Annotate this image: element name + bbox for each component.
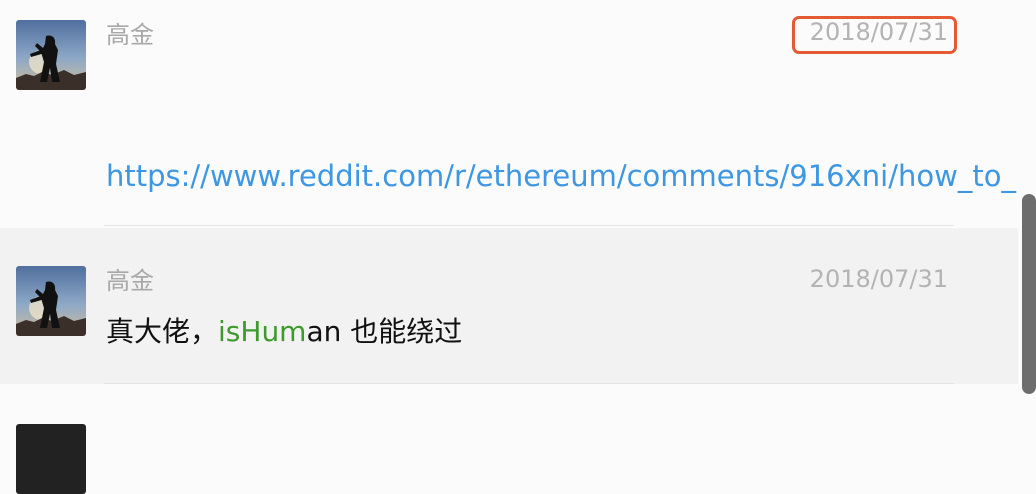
message-item-selected[interactable]: 高金 2018/07/31 真大佬，isHuman 也能绕过 — [0, 228, 1018, 384]
sender-name: 高金 — [106, 21, 154, 49]
search-highlight: isHum — [218, 315, 307, 348]
avatar[interactable] — [16, 424, 86, 494]
message-text-prefix: 真大佬， — [106, 315, 219, 348]
avatar[interactable] — [16, 20, 86, 90]
date-highlight-box — [792, 16, 957, 54]
avatar-image-icon — [16, 424, 86, 494]
avatar-image-icon — [16, 266, 86, 336]
chat-message-list: 高金 2018/07/31 https://www.reddit.com/r/e… — [0, 0, 1036, 494]
message-link[interactable]: https://www.reddit.com/r/ethereum/commen… — [106, 158, 1018, 194]
vertical-scrollbar[interactable] — [1022, 194, 1036, 394]
sender-name: 高金 — [106, 267, 154, 295]
message-item[interactable] — [0, 384, 1018, 494]
message-text-suffix: an 也能绕过 — [306, 315, 463, 348]
avatar-image-icon — [16, 20, 86, 90]
message-item[interactable]: 高金 2018/07/31 https://www.reddit.com/r/e… — [0, 0, 1018, 228]
message-separator — [104, 225, 954, 226]
message-text: 真大佬，isHuman 也能绕过 — [106, 314, 462, 350]
message-date: 2018/07/31 — [809, 265, 948, 293]
avatar[interactable] — [16, 266, 86, 336]
